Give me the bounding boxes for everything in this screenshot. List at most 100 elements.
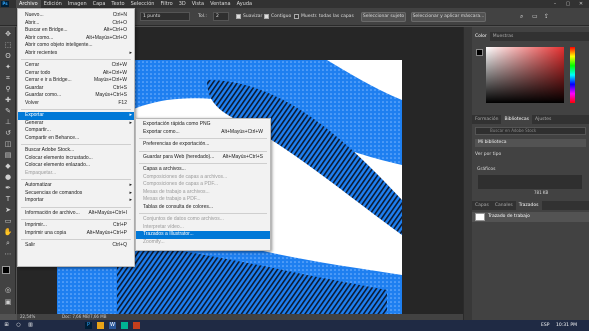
- file-menu-item[interactable]: Abrir como objeto inteligente...: [18, 42, 134, 50]
- export-menu-item[interactable]: Preferencias de exportación...: [136, 141, 270, 149]
- file-menu-item[interactable]: Cerrar todo Alt+Ctrl+W: [18, 70, 134, 78]
- language-indicator[interactable]: ESP: [541, 322, 549, 329]
- export-menu-item[interactable]: Trazados a Illustrator...: [136, 231, 270, 239]
- file-menu-item[interactable]: Cerrar Ctrl+W: [18, 62, 134, 70]
- photoshop-taskbar-icon[interactable]: P: [85, 322, 92, 329]
- workspace-icon[interactable]: ▭: [532, 12, 538, 21]
- file-menu-item[interactable]: Exportar ▸: [18, 112, 134, 120]
- file-menu-item[interactable]: Abrir recientes ▸: [18, 50, 134, 58]
- export-menu-item[interactable]: Tablas de consulta de colores...: [136, 204, 270, 212]
- file-menu-item[interactable]: Colocar elemento enlazado...: [18, 162, 134, 170]
- export-menu-item[interactable]: Exportar como... Alt+Mayús+Ctrl+W: [136, 129, 270, 137]
- file-menu-item[interactable]: Imprimir... Ctrl+P: [18, 222, 134, 230]
- menu-8[interactable]: Vista: [189, 0, 207, 8]
- tab-color[interactable]: Color: [472, 32, 490, 41]
- minimize-button[interactable]: –: [549, 0, 561, 8]
- file-menu-item[interactable]: Salir Ctrl+Q: [18, 242, 134, 250]
- select-mask-button[interactable]: Seleccionar y aplicar máscara...: [411, 12, 486, 22]
- library-select[interactable]: Mi biblioteca: [475, 139, 586, 147]
- file-menu-item[interactable]: Compartir en Behance...: [18, 135, 134, 143]
- library-search-input[interactable]: Buscar en Adobe Stock: [475, 127, 586, 135]
- magic-wand-tool-icon[interactable]: ✦: [3, 62, 13, 72]
- crop-tool-icon[interactable]: ⌗: [3, 73, 13, 83]
- view-by-label[interactable]: Ver por tipo: [475, 152, 501, 157]
- foreground-swatch[interactable]: [476, 49, 483, 56]
- gradient-tool-icon[interactable]: ▤: [3, 150, 13, 160]
- menu-1[interactable]: Edición: [41, 0, 65, 8]
- file-menu-item[interactable]: Automatizar ▸: [18, 182, 134, 190]
- file-menu-item[interactable]: Buscar en Bridge... Alt+Ctrl+O: [18, 27, 134, 35]
- file-menu-item[interactable]: Guardar Ctrl+S: [18, 85, 134, 93]
- all-layers-checkbox[interactable]: [294, 14, 299, 19]
- stamp-tool-icon[interactable]: ⊥: [3, 117, 13, 127]
- tab-learn[interactable]: Formación: [472, 115, 501, 124]
- menu-6[interactable]: Filtro: [157, 0, 175, 8]
- dodge-tool-icon[interactable]: ●: [3, 172, 13, 182]
- explorer-taskbar-icon[interactable]: [97, 322, 104, 329]
- tab-swatches[interactable]: Muestras: [490, 32, 517, 41]
- type-tool-icon[interactable]: T: [3, 194, 13, 204]
- search-taskbar-icon[interactable]: ○: [15, 322, 22, 329]
- export-menu-item[interactable]: Guardar para Web (heredado)... Alt+Mayús+…: [136, 154, 270, 162]
- color-field[interactable]: [486, 47, 564, 103]
- file-menu-item[interactable]: Secuencias de comandos ▸: [18, 190, 134, 198]
- file-menu-item[interactable]: Nuevo... Ctrl+N: [18, 12, 134, 20]
- more-tools-icon[interactable]: ⋯: [3, 249, 13, 259]
- menu-0[interactable]: Archivo: [16, 0, 41, 8]
- file-menu-item[interactable]: Cerrar e ir a Bridge... Mayús+Ctrl+W: [18, 77, 134, 85]
- menu-5[interactable]: Selección: [128, 0, 158, 8]
- path-selection-tool-icon[interactable]: ➤: [3, 205, 13, 215]
- start-icon[interactable]: ⊞: [3, 322, 10, 329]
- pen-tool-icon[interactable]: ✒: [3, 183, 13, 193]
- export-menu-item[interactable]: Capas a archivos...: [136, 166, 270, 174]
- file-menu-item[interactable]: Información de archivo... Alt+Mayús+Ctrl+…: [18, 210, 134, 218]
- file-menu-item[interactable]: Colocar elemento incrustado...: [18, 155, 134, 163]
- eraser-tool-icon[interactable]: ◫: [3, 139, 13, 149]
- path-row[interactable]: Trazado de trabajo: [472, 212, 589, 222]
- close-button[interactable]: ✕: [575, 0, 587, 8]
- tab-layers[interactable]: Capas: [472, 201, 492, 210]
- lasso-tool-icon[interactable]: ʘ: [3, 51, 13, 61]
- graphics-thumbnails[interactable]: [478, 175, 582, 189]
- marquee-tool-icon[interactable]: ⬚: [3, 40, 13, 50]
- file-menu-item[interactable]: Compartir...: [18, 127, 134, 135]
- file-menu-item[interactable]: Generar ▸: [18, 120, 134, 128]
- contiguous-checkbox[interactable]: [264, 14, 269, 19]
- share-icon[interactable]: ⇪: [544, 12, 549, 21]
- export-menu-item[interactable]: Exportación rápida como PNG: [136, 121, 270, 129]
- antialias-checkbox[interactable]: [236, 14, 241, 19]
- menu-7[interactable]: 3D: [176, 0, 189, 8]
- hand-tool-icon[interactable]: ✋: [3, 227, 13, 237]
- brush-tool-icon[interactable]: ✎: [3, 106, 13, 116]
- tab-libraries[interactable]: Bibliotecas: [501, 115, 532, 124]
- file-menu-item[interactable]: Importar ▸: [18, 197, 134, 205]
- screen-mode-icon[interactable]: ▣: [3, 297, 13, 307]
- file-menu-item[interactable]: Imprimir una copia Alt+Mayús+Ctrl+P: [18, 230, 134, 238]
- photoshop-logo[interactable]: Ps: [1, 1, 9, 7]
- hue-slider[interactable]: [570, 47, 575, 103]
- quick-mask-icon[interactable]: ◎: [3, 285, 13, 295]
- clock[interactable]: 10:31 PM: [556, 322, 577, 329]
- eyedropper-tool-icon[interactable]: ⚲: [3, 84, 13, 94]
- move-tool-icon[interactable]: ✥: [3, 29, 13, 39]
- file-menu-item[interactable]: Guardar como... Mayús+Ctrl+S: [18, 92, 134, 100]
- app-taskbar-icon[interactable]: [121, 322, 128, 329]
- menu-4[interactable]: Texto: [108, 0, 127, 8]
- select-subject-button[interactable]: Seleccionar sujeto: [361, 12, 406, 22]
- foreground-color-swatch[interactable]: [2, 266, 10, 274]
- file-menu-item[interactable]: Abrir... Ctrl+O: [18, 20, 134, 28]
- feather-field[interactable]: 1 punto: [140, 12, 190, 21]
- blur-tool-icon[interactable]: ◆: [3, 161, 13, 171]
- tab-adjustments[interactable]: Ajustes: [532, 115, 554, 124]
- task-view-icon[interactable]: ▥: [27, 322, 34, 329]
- app2-taskbar-icon[interactable]: [133, 322, 140, 329]
- tolerance-field[interactable]: 2: [213, 12, 229, 21]
- menu-3[interactable]: Capa: [90, 0, 109, 8]
- search-icon[interactable]: ⌕: [520, 12, 523, 21]
- file-menu-item[interactable]: Buscar Adobe Stock...: [18, 147, 134, 155]
- history-brush-tool-icon[interactable]: ↺: [3, 128, 13, 138]
- tab-paths[interactable]: Trazados: [515, 201, 542, 210]
- file-menu-item[interactable]: Abrir como... Alt+Mayús+Ctrl+O: [18, 35, 134, 43]
- file-menu-item[interactable]: Volver F12: [18, 100, 134, 108]
- menu-10[interactable]: Ayuda: [234, 0, 255, 8]
